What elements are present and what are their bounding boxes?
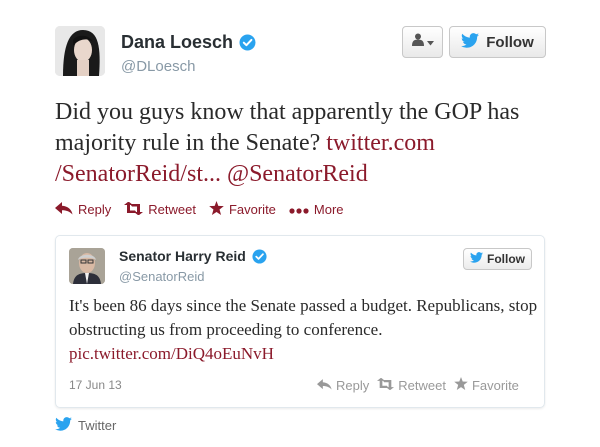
twitter-bird-icon <box>461 32 480 52</box>
quoted-author-handle[interactable]: @SenatorReid <box>119 269 204 284</box>
dots-icon <box>289 202 309 217</box>
tweet-text: Did you guys know that apparently the GO… <box>55 97 555 190</box>
reply-label: Reply <box>78 202 112 217</box>
footer[interactable]: Twitter <box>55 417 116 434</box>
reply-arrow-icon <box>317 378 332 393</box>
favorite-label: Favorite <box>228 202 276 217</box>
more-button[interactable]: More <box>289 202 344 217</box>
author-avatar[interactable] <box>55 26 105 76</box>
verified-badge-icon <box>239 34 256 51</box>
tweet-text-body: Did you guys know that apparently the GO… <box>55 99 520 156</box>
quoted-retweet-button[interactable]: Retweet <box>377 377 446 393</box>
tweet-actions: Reply Retweet Favorite More <box>55 201 357 218</box>
quoted-reply-label: Reply <box>336 377 370 393</box>
quoted-retweet-label: Retweet <box>398 377 446 393</box>
follow-button-label: Follow <box>486 33 534 51</box>
quoted-reply-button[interactable]: Reply <box>317 378 369 393</box>
author-name-row: Dana Loesch <box>121 32 256 53</box>
quoted-follow-button[interactable]: Follow <box>463 248 532 270</box>
star-icon <box>454 377 468 393</box>
person-icon <box>411 33 424 51</box>
caret-down-icon <box>426 33 434 51</box>
reply-arrow-icon <box>55 201 73 218</box>
footer-label: Twitter <box>78 418 117 433</box>
follow-button[interactable]: Follow <box>449 26 546 58</box>
quoted-favorite-label: Favorite <box>471 377 519 393</box>
twitter-bird-icon <box>55 417 72 434</box>
verified-badge-icon <box>252 248 267 264</box>
author-handle[interactable]: @DLoesch <box>121 58 195 75</box>
quoted-tweet-date[interactable]: 17 Jun 13 <box>69 378 122 392</box>
more-label: More <box>313 202 344 217</box>
quoted-follow-label: Follow <box>487 252 525 266</box>
author-name[interactable]: Dana Loesch <box>121 32 233 53</box>
star-icon <box>209 201 224 218</box>
quoted-favorite-button[interactable]: Favorite <box>454 377 519 393</box>
reply-button[interactable]: Reply <box>55 201 112 218</box>
retweet-label: Retweet <box>148 202 196 217</box>
quoted-tweet-body: It's been 86 days since the Senate passe… <box>69 296 538 339</box>
retweet-icon <box>124 201 144 218</box>
user-actions-dropdown-button[interactable] <box>402 26 443 58</box>
twitter-bird-icon <box>470 252 483 266</box>
quoted-tweet-actions: Reply Retweet Favorite <box>309 377 519 393</box>
retweet-button[interactable]: Retweet <box>124 201 196 218</box>
tweet-mention[interactable]: @SenatorReid <box>227 161 368 187</box>
quoted-tweet-text: It's been 86 days since the Senate passe… <box>69 294 539 366</box>
quoted-author-avatar[interactable] <box>69 248 105 284</box>
favorite-button[interactable]: Favorite <box>209 201 276 218</box>
quoted-author-name[interactable]: Senator Harry Reid <box>119 248 246 264</box>
retweet-icon <box>377 377 395 393</box>
quoted-tweet-link[interactable]: pic.twitter.com/DiQ4oEuNvH <box>69 344 274 363</box>
quoted-author-name-row: Senator Harry Reid <box>119 248 267 264</box>
